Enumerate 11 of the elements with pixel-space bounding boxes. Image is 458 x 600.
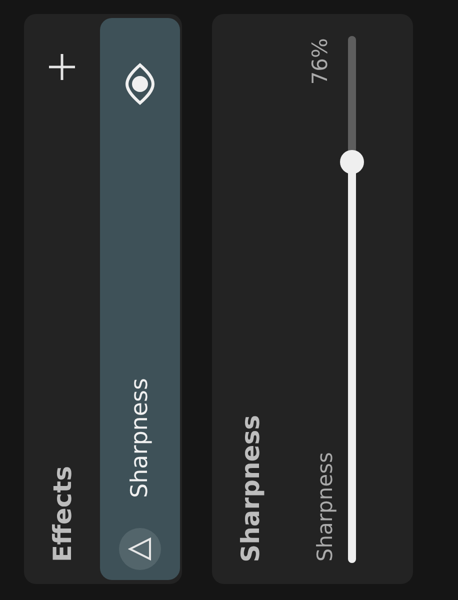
slider[interactable] [340,36,364,563]
slider-label: Sharpness [314,452,336,562]
plus-icon [47,52,77,82]
panel-title: Sharpness [238,414,262,562]
effect-item[interactable]: Sharpness [100,18,180,580]
slider-thumb[interactable] [340,150,364,174]
triangle-icon [128,537,152,561]
slider-value: 76% [310,38,330,85]
panel-title: Effects [50,466,74,562]
eye-icon[interactable] [123,62,157,106]
effect-name: Sharpness [128,378,152,498]
